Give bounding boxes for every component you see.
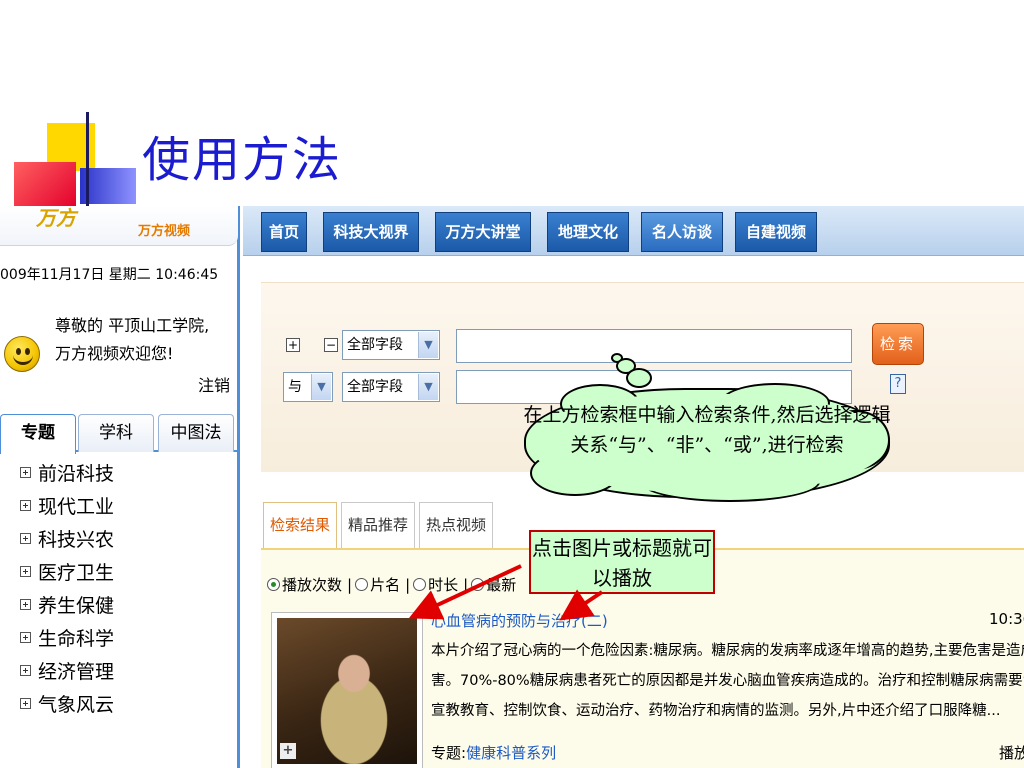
decor-red-square xyxy=(14,162,76,208)
chevron-down-icon: ▼ xyxy=(418,374,438,400)
sort-plays-label[interactable]: 播放次数 xyxy=(282,574,342,595)
topic-label: 专题: xyxy=(431,744,467,762)
tree-item-label: 前沿科技 xyxy=(38,463,115,485)
expand-icon[interactable] xyxy=(20,467,31,478)
tree-item-label: 现代工业 xyxy=(38,496,115,518)
expand-icon[interactable] xyxy=(20,632,31,643)
callout-cloud-text: 在上方检索框中输入检索条件,然后选择逻辑关系“与”、“非”、“或”,进行检索 xyxy=(523,404,891,456)
tree-item-label: 养生保健 xyxy=(38,595,115,617)
add-row-button[interactable]: + xyxy=(286,338,300,352)
video-description: 本片介绍了冠心病的一个危险因素:糖尿病。糖尿病的发病率成逐年增高的趋势,主要危害… xyxy=(431,636,1024,726)
logo-subtitle: 万方视频 xyxy=(138,224,191,239)
welcome-line-2: 万方视频欢迎您! xyxy=(55,344,174,363)
video-duration: 10:36 xyxy=(989,610,1024,628)
sort-options: 播放次数 | 片名 | 时长 | 最新 xyxy=(267,574,518,595)
expand-icon[interactable] xyxy=(20,500,31,511)
topic-tree: 前沿科技 现代工业 科技兴农 医疗卫生 养生保健 生命科学 经济管理 气象风云 xyxy=(20,456,114,720)
tree-item[interactable]: 医疗卫生 xyxy=(20,555,114,588)
logo-mark-icon: 万方 xyxy=(36,206,76,230)
tree-item[interactable]: 养生保健 xyxy=(20,588,114,621)
sidebar-tabs: 专题 学科 中图法 xyxy=(0,410,238,454)
field-select-2[interactable]: 全部字段 ▼ xyxy=(342,372,440,402)
sort-duration-label[interactable]: 时长 xyxy=(428,574,458,595)
tree-item-label: 气象风云 xyxy=(38,694,115,716)
field-select-1[interactable]: 全部字段 ▼ xyxy=(342,330,440,360)
tree-item[interactable]: 现代工业 xyxy=(20,489,114,522)
chevron-down-icon: ▼ xyxy=(418,332,438,358)
thought-bubble-dot-large xyxy=(626,368,652,388)
sort-newest-label[interactable]: 最新 xyxy=(486,574,516,595)
logo[interactable]: 万方 万方视频 xyxy=(0,206,238,246)
tree-item[interactable]: 生命科学 xyxy=(20,621,114,654)
search-input-1[interactable] xyxy=(456,329,852,363)
radio-sort-duration[interactable] xyxy=(413,578,427,591)
welcome-line-1: 尊敬的 平顶山工学院, xyxy=(55,316,210,335)
video-title-link[interactable]: 心血管病的预防与治疗(二) xyxy=(431,610,608,631)
field-select-1-value: 全部字段 xyxy=(347,337,403,353)
video-topic: 专题:健康科普系列 xyxy=(431,742,556,763)
expand-icon[interactable] xyxy=(20,599,31,610)
tab-clc[interactable]: 中图法 xyxy=(158,414,234,452)
remove-row-button[interactable]: − xyxy=(324,338,338,352)
nav-tech-vision[interactable]: 科技大视界 xyxy=(323,212,419,252)
radio-sort-plays[interactable] xyxy=(267,578,280,591)
tree-item-label: 经济管理 xyxy=(38,661,115,683)
welcome-text: 尊敬的 平顶山工学院, 万方视频欢迎您! xyxy=(55,312,209,368)
help-icon[interactable]: ? xyxy=(890,374,906,394)
tree-item-label: 医疗卫生 xyxy=(38,562,115,584)
video-thumbnail-image: + xyxy=(277,618,417,764)
expand-icon[interactable] xyxy=(20,533,31,544)
radio-sort-newest[interactable] xyxy=(471,578,485,591)
top-nav: 首页 科技大视界 万方大讲堂 地理文化 名人访谈 自建视频 xyxy=(243,206,1024,256)
description-line: 本片介绍了冠心病的一个危险因素:糖尿病。糖尿病的发病率成逐年增高的趋势,主要危害… xyxy=(431,643,1024,659)
logic-select[interactable]: 与 ▼ xyxy=(283,372,333,402)
datetime: 009年11月17日 星期二 10:46:45 xyxy=(0,267,219,283)
smiley-icon xyxy=(4,336,40,372)
nav-geo-culture[interactable]: 地理文化 xyxy=(547,212,629,252)
nav-custom-video[interactable]: 自建视频 xyxy=(735,212,817,252)
expand-icon[interactable] xyxy=(20,698,31,709)
tab-topic[interactable]: 专题 xyxy=(0,414,76,454)
tab-hot-videos[interactable]: 热点视频 xyxy=(419,502,493,548)
callout-note: 点击图片或标题就可以播放 xyxy=(529,530,715,594)
expand-icon[interactable] xyxy=(20,665,31,676)
tree-item[interactable]: 经济管理 xyxy=(20,654,114,687)
description-line: 宣教教育、控制饮食、运动治疗、药物治疗和病情的监测。另外,片中还介绍了口服降糖.… xyxy=(431,703,1001,719)
tab-featured[interactable]: 精品推荐 xyxy=(341,502,415,548)
website-screenshot: 万方 万方视频 009年11月17日 星期二 10:46:45 尊敬的 平顶山工… xyxy=(0,206,1024,768)
nav-lecture[interactable]: 万方大讲堂 xyxy=(435,212,531,252)
tab-subject[interactable]: 学科 xyxy=(78,414,154,452)
sort-title-label[interactable]: 片名 xyxy=(370,574,400,595)
topic-link[interactable]: 健康科普系列 xyxy=(466,744,556,762)
nav-celebrity[interactable]: 名人访谈 xyxy=(641,212,723,252)
decor-vertical-line xyxy=(86,112,89,208)
expand-icon[interactable] xyxy=(20,566,31,577)
logout-link[interactable]: 注销 xyxy=(198,372,230,396)
tree-item[interactable]: 科技兴农 xyxy=(20,522,114,555)
left-sidebar: 万方 万方视频 009年11月17日 星期二 10:46:45 尊敬的 平顶山工… xyxy=(0,206,240,768)
search-button[interactable]: 检索 xyxy=(872,323,924,365)
description-line: 害。70%-80%糖尿病患者死亡的原因都是并发心脑血管疾病造成的。治疗和控制糖尿… xyxy=(431,673,1024,689)
video-thumbnail[interactable]: + xyxy=(271,612,423,768)
play-count: 播放1 xyxy=(999,744,1024,762)
plus-icon[interactable]: + xyxy=(280,743,296,759)
slide-title: 使用方法 xyxy=(142,132,343,188)
tree-item[interactable]: 气象风云 xyxy=(20,687,114,720)
field-select-2-value: 全部字段 xyxy=(347,379,403,395)
tab-search-results[interactable]: 检索结果 xyxy=(263,502,337,548)
tree-item[interactable]: 前沿科技 xyxy=(20,456,114,489)
logic-select-value: 与 xyxy=(288,379,302,395)
radio-sort-title[interactable] xyxy=(355,578,369,591)
tree-item-label: 科技兴农 xyxy=(38,529,115,551)
chevron-down-icon: ▼ xyxy=(311,374,331,400)
nav-home[interactable]: 首页 xyxy=(261,212,307,252)
tree-item-label: 生命科学 xyxy=(38,628,115,650)
